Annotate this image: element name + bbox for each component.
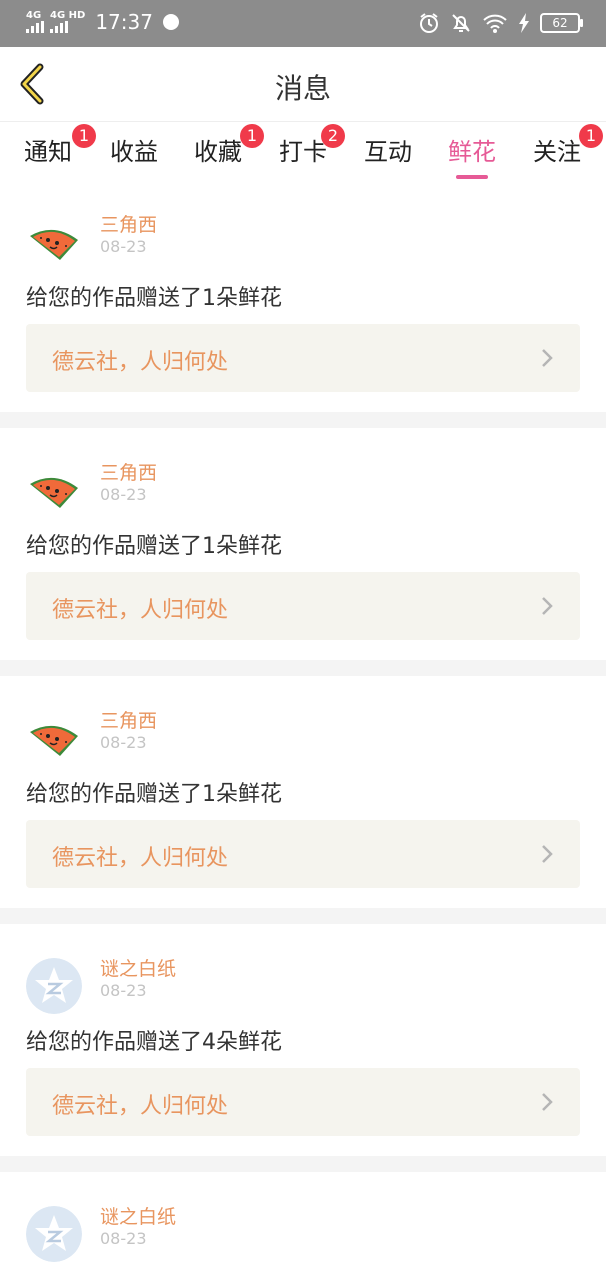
list-item: 谜之白纸 08-23 给您的作品赠送了4朵鲜花 德云社，人归何处 bbox=[0, 924, 606, 1156]
signal-2: 4G HD bbox=[50, 11, 85, 33]
vpn-globe-icon bbox=[162, 14, 179, 30]
watermelon-avatar[interactable] bbox=[26, 462, 82, 518]
chevron-right-icon bbox=[542, 1093, 553, 1111]
status-right: 62 bbox=[418, 12, 583, 34]
network-type-2: 4G HD bbox=[50, 10, 86, 21]
message-text: 给您的作品赠送了1朵鲜花 bbox=[26, 534, 282, 559]
signal-bars-icon bbox=[50, 21, 68, 33]
message-date: 08-23 bbox=[100, 237, 147, 256]
message-date: 08-23 bbox=[100, 981, 147, 1000]
list-item: 三角西 08-23 给您的作品赠送了1朵鲜花 德云社，人归何处 bbox=[0, 180, 606, 412]
divider bbox=[0, 1156, 606, 1172]
wifi-icon bbox=[483, 14, 507, 33]
tab-interactions[interactable]: 互动 bbox=[364, 132, 412, 167]
tab-favorites[interactable]: 收藏 1 bbox=[194, 124, 264, 167]
message-text: 给您的作品赠送了1朵鲜花 bbox=[26, 286, 282, 311]
work-title: 德云社，人归何处 bbox=[52, 1094, 229, 1119]
tab-bar: 通知 1 收益 收藏 1 打卡 2 互动 鲜花 关注 1 bbox=[0, 122, 606, 179]
tab-notifications[interactable]: 通知 1 bbox=[24, 124, 96, 167]
mute-bell-icon bbox=[452, 14, 470, 32]
work-title: 德云社，人归何处 bbox=[52, 598, 229, 623]
signal-1: 4G bbox=[26, 11, 44, 33]
unread-badge: 1 bbox=[240, 124, 264, 148]
divider bbox=[0, 412, 606, 428]
sender-name[interactable]: 谜之白纸 bbox=[100, 1202, 176, 1229]
default-star-avatar[interactable] bbox=[26, 1206, 82, 1262]
work-link[interactable]: 德云社，人归何处 bbox=[26, 572, 580, 640]
alarm-icon bbox=[420, 13, 438, 33]
tab-following[interactable]: 关注 1 bbox=[533, 124, 603, 167]
status-bar: 4G 4G HD 17:37 62 bbox=[0, 0, 606, 47]
list-item: 谜之白纸 08-23 bbox=[0, 1172, 606, 1272]
signal-bars-icon bbox=[26, 21, 44, 33]
tab-label: 收藏 bbox=[194, 138, 242, 166]
work-link[interactable]: 德云社，人归何处 bbox=[26, 1068, 580, 1136]
chevron-right-icon bbox=[542, 845, 553, 863]
sender-name[interactable]: 三角西 bbox=[100, 210, 157, 237]
tab-label: 通知 bbox=[24, 138, 72, 166]
divider bbox=[0, 908, 606, 924]
sender-name[interactable]: 三角西 bbox=[100, 458, 157, 485]
network-type-1: 4G bbox=[26, 10, 42, 21]
tab-label: 收益 bbox=[110, 138, 158, 166]
charging-icon bbox=[519, 13, 529, 33]
battery-level: 62 bbox=[552, 16, 568, 30]
work-link[interactable]: 德云社，人归何处 bbox=[26, 324, 580, 392]
status-time: 17:37 bbox=[95, 10, 153, 34]
chevron-right-icon bbox=[542, 597, 553, 615]
work-title: 德云社，人归何处 bbox=[52, 846, 229, 871]
unread-badge: 2 bbox=[321, 124, 345, 148]
sender-name[interactable]: 三角西 bbox=[100, 706, 157, 733]
battery-icon: 62 bbox=[540, 13, 583, 33]
status-left: 4G 4G HD 17:37 bbox=[26, 10, 179, 34]
work-title: 德云社，人归何处 bbox=[52, 350, 229, 375]
unread-badge: 1 bbox=[72, 124, 96, 148]
unread-badge: 1 bbox=[579, 124, 603, 148]
work-link[interactable]: 德云社，人归何处 bbox=[26, 820, 580, 888]
message-date: 08-23 bbox=[100, 1229, 147, 1248]
divider bbox=[0, 660, 606, 676]
flower-message-list: 三角西 08-23 给您的作品赠送了1朵鲜花 德云社，人归何处 三角西 08-2… bbox=[0, 180, 606, 1272]
message-text: 给您的作品赠送了1朵鲜花 bbox=[26, 782, 282, 807]
active-tab-indicator bbox=[456, 175, 488, 179]
tab-label: 互动 bbox=[364, 138, 412, 166]
list-item: 三角西 08-23 给您的作品赠送了1朵鲜花 德云社，人归何处 bbox=[0, 428, 606, 660]
message-date: 08-23 bbox=[100, 485, 147, 504]
chevron-right-icon bbox=[542, 349, 553, 367]
tab-label: 鲜花 bbox=[448, 138, 496, 166]
watermelon-avatar[interactable] bbox=[26, 710, 82, 766]
top-nav-bar: 消息 bbox=[0, 47, 606, 122]
sender-name[interactable]: 谜之白纸 bbox=[100, 954, 176, 981]
default-star-avatar[interactable] bbox=[26, 958, 82, 1014]
tab-label: 关注 bbox=[533, 138, 581, 166]
page-title: 消息 bbox=[274, 72, 331, 105]
watermelon-avatar[interactable] bbox=[26, 214, 82, 270]
message-text: 给您的作品赠送了4朵鲜花 bbox=[26, 1030, 282, 1055]
tab-flowers[interactable]: 鲜花 bbox=[448, 132, 496, 179]
tab-label: 打卡 bbox=[279, 138, 327, 166]
message-date: 08-23 bbox=[100, 733, 147, 752]
tab-checkin[interactable]: 打卡 2 bbox=[279, 124, 345, 167]
tab-earnings[interactable]: 收益 bbox=[110, 132, 158, 167]
list-item: 三角西 08-23 给您的作品赠送了1朵鲜花 德云社，人归何处 bbox=[0, 676, 606, 908]
